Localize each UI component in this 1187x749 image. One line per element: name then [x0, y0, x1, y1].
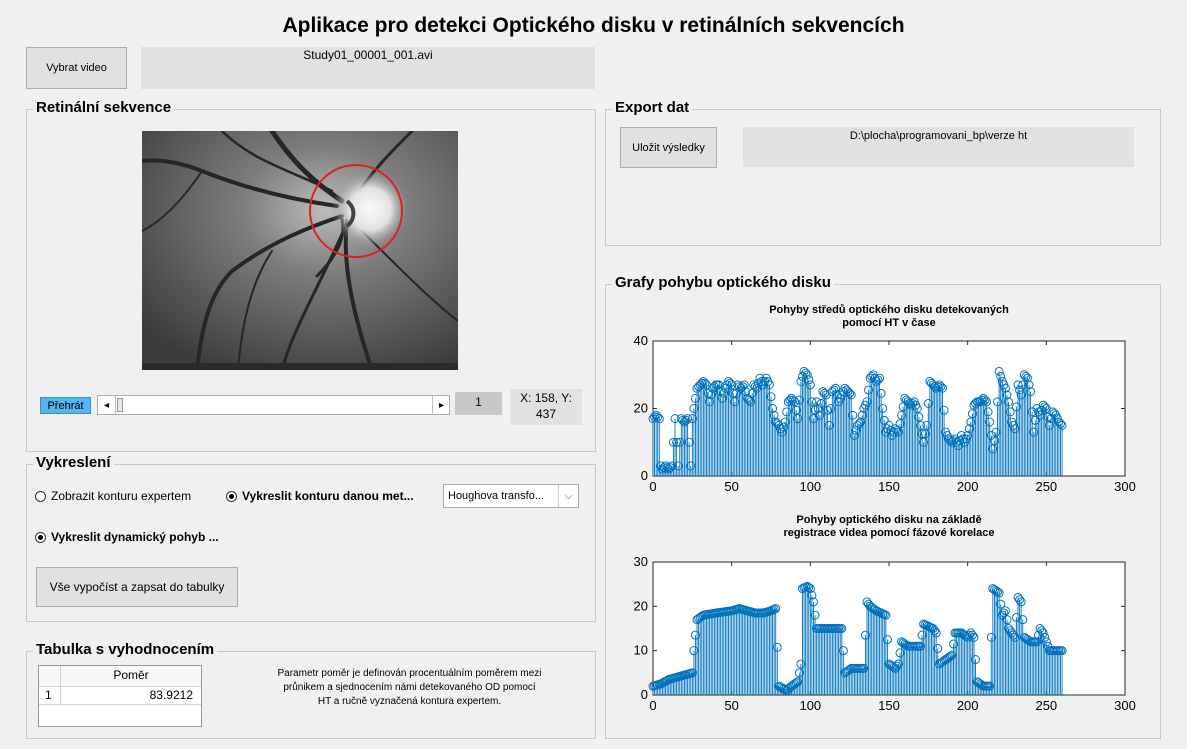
x-tick-label: 50 [724, 479, 738, 494]
slider-thumb[interactable] [117, 398, 123, 412]
draw-panel-title: Vykreslení [33, 454, 114, 471]
radio-dynamic-movement[interactable]: Vykreslit dynamický pohyb ... [35, 530, 219, 544]
retina-panel-title: Retinální sekvence [33, 99, 175, 116]
x-tick-label: 0 [649, 479, 656, 494]
radio-dynamic-label: Vykreslit dynamický pohyb ... [51, 530, 219, 544]
frame-slider[interactable]: ◂ ▸ [97, 395, 450, 415]
y-tick-label: 0 [641, 687, 648, 702]
frame-number-field: 1 [455, 392, 502, 415]
x-tick-label: 300 [1114, 479, 1136, 494]
save-results-button[interactable]: Uložit výsledky [620, 127, 717, 168]
export-panel-title: Export dat [612, 99, 693, 116]
x-tick-label: 150 [878, 479, 900, 494]
chart-title: Pohyby středů optického disku detekovaný… [769, 304, 1009, 316]
description-line: průnikem a sjednocením námi detekovaného… [283, 682, 536, 693]
table-row-value: 83.9212 [149, 688, 193, 702]
x-tick-label: 200 [957, 698, 979, 713]
radio-off-icon [35, 490, 46, 502]
description-line: Parametr poměr je definován procentuální… [277, 668, 542, 679]
coords-readout: X: 158, Y: 437 [510, 389, 582, 425]
slider-left-arrow-icon[interactable]: ◂ [98, 396, 116, 414]
play-button[interactable]: Přehrát [40, 397, 91, 414]
radio-on-icon [226, 490, 237, 502]
x-tick-label: 100 [799, 479, 821, 494]
radio-method-contour[interactable]: Vykreslit konturu danou met... [226, 489, 414, 503]
retina-image [140, 128, 459, 372]
x-tick-label: 0 [649, 698, 656, 713]
table-panel-title: Tabulka s vyhodnocením [33, 641, 218, 658]
chart-title: Pohyby optického disku na základě [796, 514, 981, 526]
chart-title: registrace videa pomocí fázové korelace [784, 527, 995, 539]
table-row[interactable]: 1 83.9212 [39, 686, 201, 705]
description-line: HT a ručně vyznačená kontura expertem. [317, 696, 502, 707]
graphs-panel-title: Grafy pohybu optického disku [612, 274, 834, 291]
x-tick-label: 250 [1035, 479, 1057, 494]
ht-movement-chart: Pohyby středů optického disku detekovaný… [634, 304, 1136, 494]
radio-method-label: Vykreslit konturu danou met... [242, 489, 414, 503]
table-header-pomer: Poměr [113, 668, 149, 682]
x-tick-label: 250 [1035, 698, 1057, 713]
table-row-index: 1 [45, 688, 52, 702]
x-tick-label: 200 [957, 479, 979, 494]
video-filename-field: Study01_00001_001.avi [141, 47, 595, 89]
x-tick-label: 50 [724, 698, 738, 713]
retina-image-svg [140, 128, 459, 372]
y-tick-label: 10 [634, 643, 648, 658]
y-tick-label: 20 [634, 598, 648, 613]
method-select-value: Houghova transfo... [448, 490, 545, 502]
radio-on-icon [35, 531, 46, 543]
chevron-down-icon: ⌵ [558, 485, 578, 507]
y-tick-label: 0 [641, 468, 648, 483]
x-tick-label: 100 [799, 698, 821, 713]
export-path-field: D:\plocha\programovani_bp\verze ht [743, 127, 1134, 167]
ratio-description: Parametr poměr je definován procentuální… [242, 667, 577, 709]
slider-right-arrow-icon[interactable]: ▸ [432, 396, 450, 414]
select-video-button[interactable]: Vybrat video [26, 47, 127, 89]
results-table[interactable]: Poměr 1 83.9212 [38, 665, 202, 727]
phase-correlation-chart: Pohyby optického disku na základěregistr… [634, 514, 1136, 713]
compute-all-button[interactable]: Vše vypočíst a zapsat do tabulky [36, 567, 238, 607]
radio-expert-contour[interactable]: Zobrazit konturu expertem [35, 489, 191, 503]
y-tick-label: 30 [634, 554, 648, 569]
y-tick-label: 20 [634, 401, 648, 416]
x-tick-label: 300 [1114, 698, 1136, 713]
y-tick-label: 40 [634, 333, 648, 348]
x-tick-label: 150 [878, 698, 900, 713]
method-select[interactable]: Houghova transfo... ⌵ [443, 484, 579, 508]
app-title: Aplikace pro detekci Optického disku v r… [282, 14, 905, 37]
radio-expert-label: Zobrazit konturu expertem [51, 489, 192, 503]
chart-title: pomocí HT v čase [842, 317, 936, 329]
